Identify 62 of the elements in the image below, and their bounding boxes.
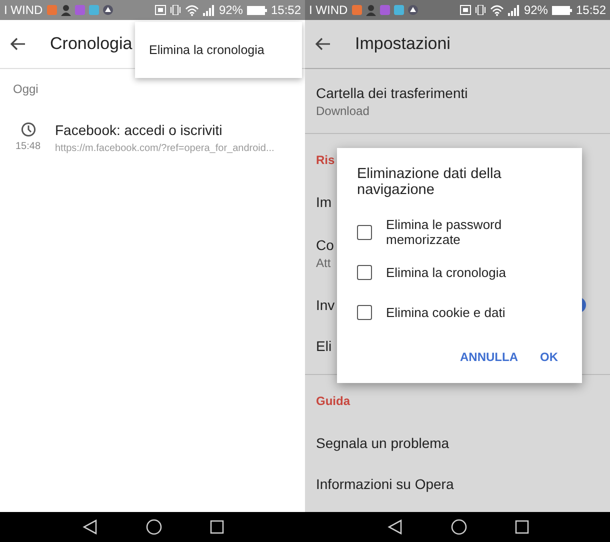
setting-value: Att (316, 256, 331, 270)
section-header: Guida (316, 394, 350, 408)
clock-time: 15:52 (576, 3, 606, 17)
app-icon (394, 5, 404, 15)
person-icon (60, 4, 71, 16)
back-icon[interactable] (82, 519, 98, 535)
battery-icon (246, 6, 267, 14)
carrier-name: I WIND (309, 3, 348, 17)
screen-title: Impostazioni (355, 34, 450, 54)
dialog-title: Eliminazione dati della navigazione (357, 166, 502, 198)
app-icon (74, 5, 85, 15)
warning-icon (408, 5, 418, 15)
setting-title[interactable]: Eli (316, 338, 332, 354)
back-arrow-icon[interactable] (315, 37, 331, 51)
checkbox[interactable] (357, 224, 372, 240)
setting-title[interactable]: Segnala un problema (316, 434, 450, 450)
signal-icon (508, 4, 520, 16)
setting-title[interactable]: Informazioni su Opera (316, 476, 454, 492)
signal-icon (202, 4, 215, 16)
nfc-icon (154, 5, 166, 15)
warning-icon (102, 5, 113, 15)
section-header: Ris (316, 153, 335, 167)
recents-icon[interactable] (210, 520, 224, 534)
checkbox-label[interactable]: Elimina la cronologia (386, 264, 506, 280)
notification-icon (352, 5, 362, 15)
home-icon[interactable] (450, 519, 466, 535)
setting-title[interactable]: Im (316, 194, 332, 210)
setting-value: Download (316, 104, 370, 118)
dialog-button[interactable]: ANNULLA (456, 346, 522, 368)
history-entry-url: https://m.facebook.com/?ref=opera_for_android... (55, 143, 274, 154)
notification-icon (46, 5, 57, 15)
carrier-name: I WIND (4, 3, 43, 17)
history-entry-title[interactable]: Facebook: accedi o iscriviti (55, 122, 274, 138)
menu-item[interactable]: Elimina la cronologia (135, 43, 302, 57)
setting-title[interactable]: Cartella dei trasferimenti (316, 84, 468, 100)
checkbox[interactable] (357, 304, 372, 320)
dialog-button[interactable]: OK (536, 346, 562, 368)
visit-time: 15:48 (15, 141, 41, 152)
checkbox-label[interactable]: Elimina cookie e dati (386, 304, 506, 320)
nfc-icon (460, 5, 471, 15)
back-icon[interactable] (386, 519, 402, 535)
setting-title[interactable]: Inv (316, 296, 335, 312)
wifi-icon (490, 4, 504, 16)
screen-title: Cronologia (50, 34, 132, 54)
app-icon (88, 5, 99, 15)
vibrate-icon (170, 5, 181, 15)
checkbox[interactable] (357, 264, 372, 280)
back-arrow-icon[interactable] (10, 37, 26, 51)
vibrate-icon (474, 5, 486, 15)
clock-icon (20, 122, 36, 137)
section-header: Oggi (13, 82, 38, 96)
checkbox-label[interactable]: Elimina le password memorizzate (386, 217, 562, 247)
home-icon[interactable] (146, 519, 162, 535)
person-icon (366, 4, 376, 16)
app-icon (380, 5, 390, 15)
wifi-icon (184, 4, 199, 16)
setting-title[interactable]: Co (316, 236, 334, 252)
battery-percentage: 92% (524, 3, 548, 17)
clock-time: 15:52 (270, 3, 301, 17)
recents-icon[interactable] (514, 520, 528, 534)
battery-icon (552, 6, 572, 14)
battery-percentage: 92% (218, 3, 243, 17)
